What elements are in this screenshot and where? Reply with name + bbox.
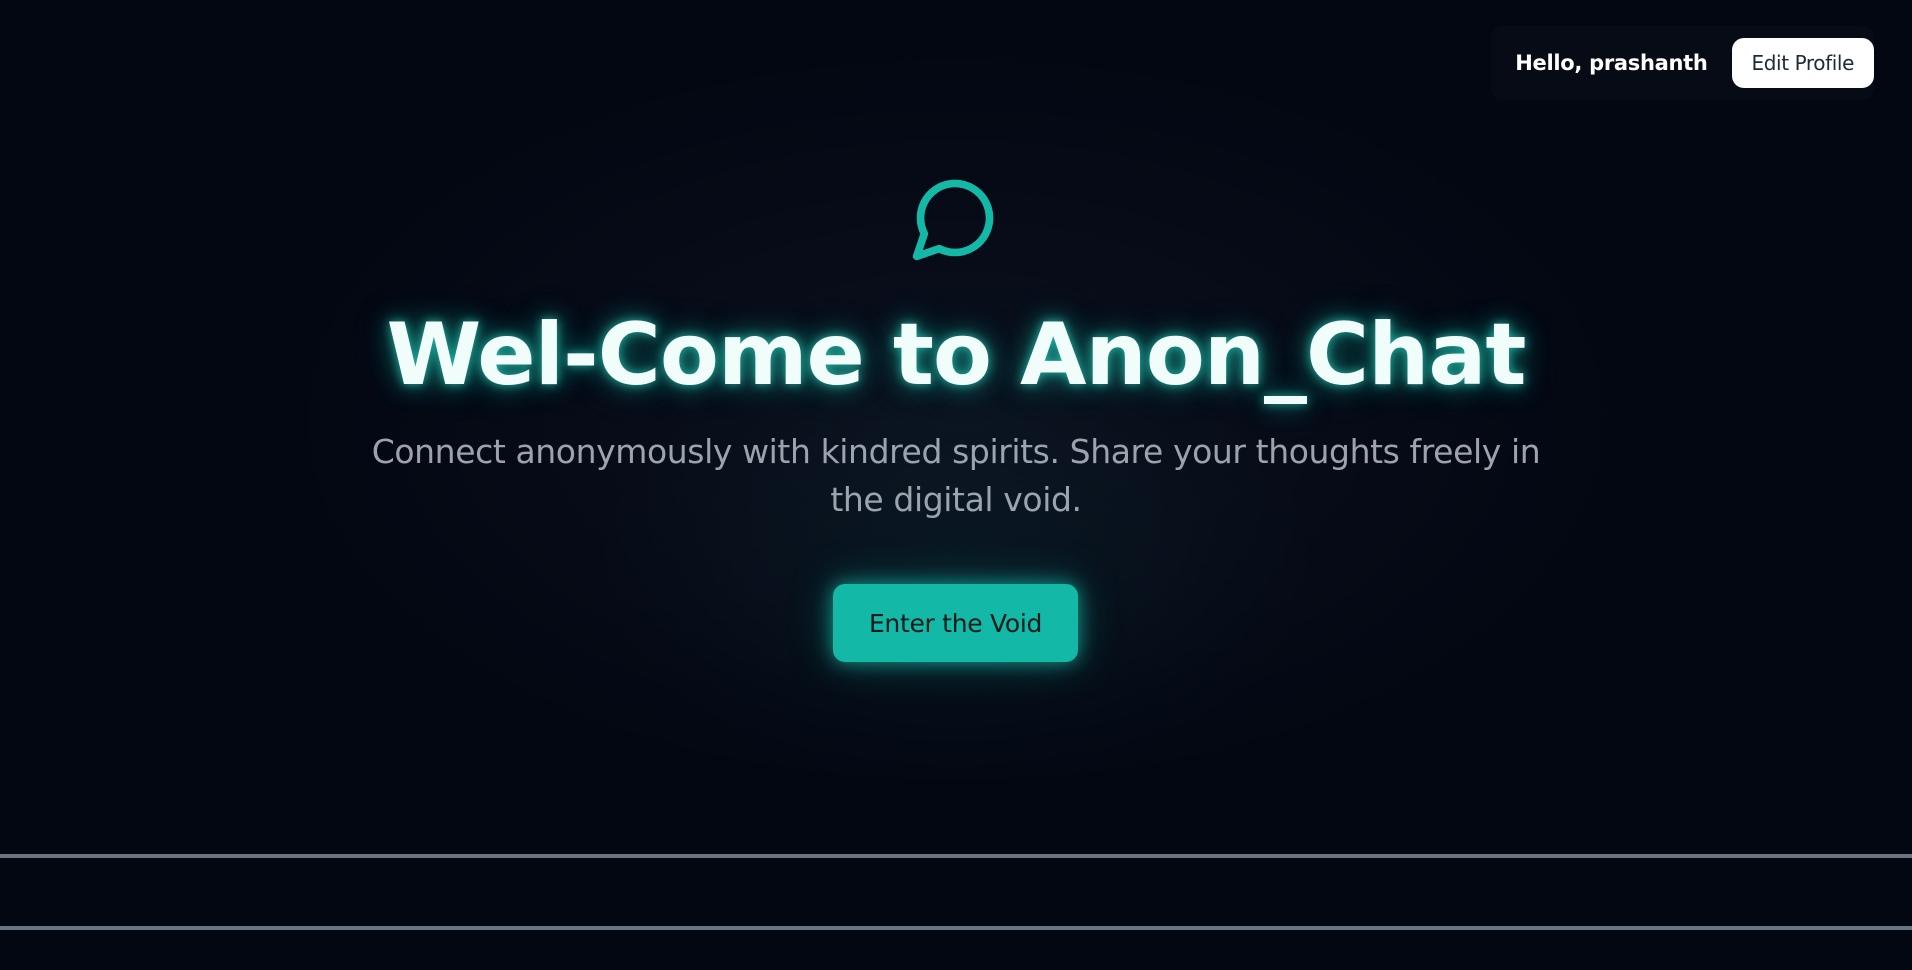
page-title: Wel-Come to Anon_Chat [386, 305, 1526, 405]
enter-void-button[interactable]: Enter the Void [833, 584, 1078, 662]
landing-page: Hello, prashanth Edit Profile Wel-Come t… [0, 0, 1912, 970]
divider-line [0, 854, 1912, 858]
divider-line [0, 926, 1912, 930]
edit-profile-button[interactable]: Edit Profile [1731, 38, 1874, 88]
user-greeting: Hello, prashanth [1515, 51, 1708, 75]
chat-bubble-icon [912, 179, 994, 261]
top-bar: Hello, prashanth Edit Profile [1491, 26, 1874, 100]
hero-subtitle: Connect anonymously with kindred spirits… [371, 432, 1541, 519]
